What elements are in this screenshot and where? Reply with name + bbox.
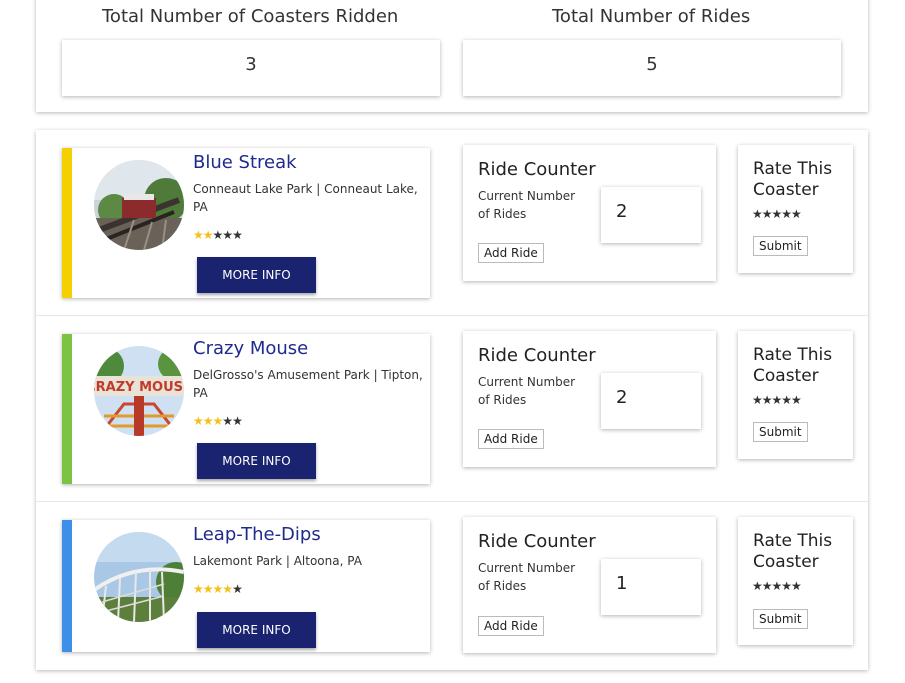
coaster-park: Lakemont Park | Altoona, PA xyxy=(193,554,362,568)
current-rides-label: Current Number of Rides xyxy=(478,189,576,221)
coaster-name[interactable]: Leap-The-Dips xyxy=(193,524,321,545)
star-rating: ★★★★★ xyxy=(193,414,243,428)
ride-count-value: 1 xyxy=(601,559,701,615)
rate-coaster: Rate This Coaster ★★★★★ Submit xyxy=(738,331,853,459)
rate-star-input[interactable]: ★★★★★ xyxy=(752,207,802,221)
star-empty-icon: ★ xyxy=(212,228,224,242)
total-rides-value: 5 xyxy=(463,40,841,96)
coaster-card: Blue Streak Conneaut Lake Park | Conneau… xyxy=(62,148,430,298)
star-filled-icon: ★ xyxy=(193,228,204,242)
rate-star-input[interactable]: ★★★★★ xyxy=(752,393,802,407)
star-rating: ★★★★★ xyxy=(193,582,243,596)
submit-rating-button[interactable]: Submit xyxy=(753,422,808,442)
rate-title: Rate This Coaster xyxy=(753,531,833,572)
rate-star-input[interactable]: ★★★★★ xyxy=(752,579,802,593)
total-rides-label: Total Number of Rides xyxy=(552,6,751,27)
star-rating: ★★★★★ xyxy=(193,228,243,242)
coaster-park: Conneaut Lake Park | Conneaut Lake, PA xyxy=(193,182,418,214)
ride-count-value: 2 xyxy=(601,187,701,243)
star-empty-icon: ★ xyxy=(232,414,243,428)
coaster-row: Leap-The-Dips Lakemont Park | Altoona, P… xyxy=(36,502,868,670)
submit-rating-button[interactable]: Submit xyxy=(753,236,808,256)
star-filled-icon: ★ xyxy=(202,414,214,428)
current-rides-label: Current Number of Rides xyxy=(478,375,576,407)
ride-counter-title: Ride Counter xyxy=(478,345,596,366)
star-filled-icon: ★ xyxy=(193,582,204,596)
coasters-ridden-label: Total Number of Coasters Ridden xyxy=(102,6,399,27)
coaster-card: CRAZY MOUSE Crazy Mouse DelGrosso's Amus… xyxy=(62,334,430,484)
ride-counter: Ride Counter Current Number of Rides 2 A… xyxy=(463,145,716,281)
current-rides-label: Current Number of Rides xyxy=(478,561,576,593)
star-filled-icon: ★ xyxy=(212,414,224,428)
more-info-button[interactable]: MORE INFO xyxy=(197,257,316,293)
add-ride-button[interactable]: Add Ride xyxy=(478,243,544,263)
ride-counter-title: Ride Counter xyxy=(478,531,596,552)
rate-title: Rate This Coaster xyxy=(753,159,833,200)
coaster-card: Leap-The-Dips Lakemont Park | Altoona, P… xyxy=(62,520,430,652)
crazy-mouse-sign-photo: CRAZY MOUSE xyxy=(94,346,184,436)
roller-coaster-photo xyxy=(94,160,184,250)
star-empty-icon: ★ xyxy=(232,582,243,596)
more-info-button[interactable]: MORE INFO xyxy=(197,612,316,648)
coaster-park: DelGrosso's Amusement Park | Tipton, PA xyxy=(193,368,423,400)
accent-bar xyxy=(62,520,72,652)
rate-coaster: Rate This Coaster ★★★★★ Submit xyxy=(738,145,853,273)
coasters-ridden-value: 3 xyxy=(62,40,440,96)
star-filled-icon: ★ xyxy=(212,582,224,596)
star-filled-icon: ★ xyxy=(202,582,214,596)
coaster-row: Blue Streak Conneaut Lake Park | Conneau… xyxy=(36,130,868,316)
add-ride-button[interactable]: Add Ride xyxy=(478,616,544,636)
star-filled-icon: ★ xyxy=(222,582,233,596)
submit-rating-button[interactable]: Submit xyxy=(753,609,808,629)
ride-counter: Ride Counter Current Number of Rides 2 A… xyxy=(463,331,716,467)
add-ride-button[interactable]: Add Ride xyxy=(478,429,544,449)
wooden-coaster-photo xyxy=(94,532,184,622)
accent-bar xyxy=(62,148,72,298)
accent-bar xyxy=(62,334,72,484)
star-filled-icon: ★ xyxy=(193,414,204,428)
star-empty-icon: ★ xyxy=(232,228,243,242)
star-empty-icon: ★ xyxy=(222,414,233,428)
photo-sign-text: CRAZY MOUSE xyxy=(94,380,184,395)
coaster-name[interactable]: Crazy Mouse xyxy=(193,338,308,359)
star-filled-icon: ★ xyxy=(202,228,214,242)
more-info-button[interactable]: MORE INFO xyxy=(197,443,316,479)
totals-panel: Total Number of Coasters Ridden 3 Total … xyxy=(36,0,868,112)
coaster-row: CRAZY MOUSE Crazy Mouse DelGrosso's Amus… xyxy=(36,316,868,502)
rate-title: Rate This Coaster xyxy=(753,345,833,386)
coaster-name[interactable]: Blue Streak xyxy=(193,152,297,173)
ride-count-value: 2 xyxy=(601,373,701,429)
ride-counter-title: Ride Counter xyxy=(478,159,596,180)
coaster-list: Blue Streak Conneaut Lake Park | Conneau… xyxy=(36,130,868,670)
rate-coaster: Rate This Coaster ★★★★★ Submit xyxy=(738,517,853,645)
ride-counter: Ride Counter Current Number of Rides 1 A… xyxy=(463,517,716,653)
star-empty-icon: ★ xyxy=(222,228,233,242)
